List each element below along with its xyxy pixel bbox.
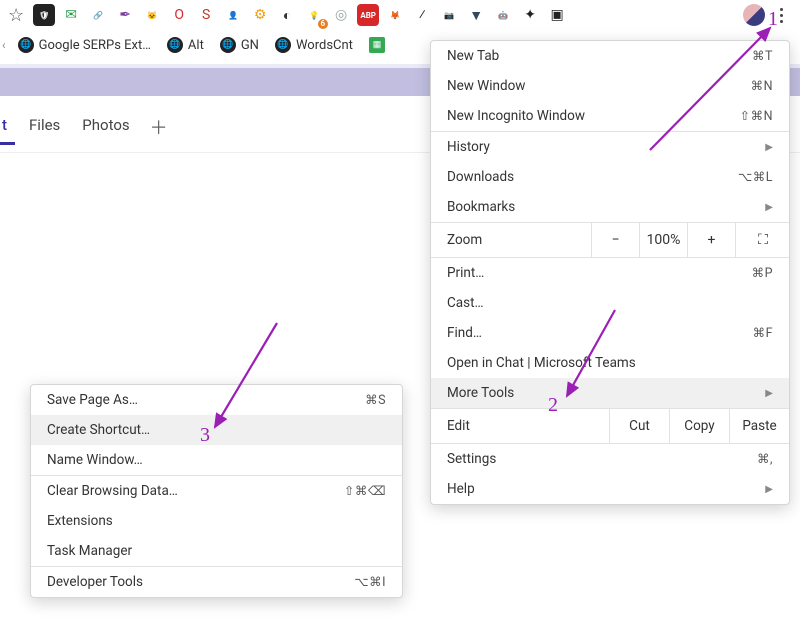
- extension-toolbar: ☆ 🛡✉🔗✒🐱OS👤⚙◐💡6◎ABP🦊⁄📷▼🤖✦▣: [0, 0, 800, 30]
- bookmark-label: WordsCnt: [296, 38, 353, 53]
- more-tools-submenu: Save Page As…⌘S Create Shortcut… Name Wi…: [30, 384, 403, 598]
- mail-icon[interactable]: ✉: [60, 4, 82, 26]
- zoom-in-button[interactable]: +: [687, 223, 735, 257]
- add-tab-button[interactable]: ＋: [150, 114, 168, 140]
- robot-icon[interactable]: 🤖: [492, 4, 514, 26]
- edit-label: Edit: [431, 409, 609, 443]
- annotation-number-3: 3: [200, 424, 210, 447]
- fullscreen-button[interactable]: ⛶: [735, 223, 789, 257]
- menu-settings[interactable]: Settings⌘,: [431, 444, 789, 474]
- bulb-icon[interactable]: 💡6: [303, 4, 325, 26]
- opera-icon[interactable]: O: [168, 4, 190, 26]
- page-tab[interactable]: Files: [27, 110, 62, 144]
- copy-button[interactable]: Copy: [669, 409, 729, 443]
- cut-button[interactable]: Cut: [609, 409, 669, 443]
- submenu-clear-browsing-data[interactable]: Clear Browsing Data…⇧⌘⌫: [31, 476, 402, 506]
- shield-icon[interactable]: 🛡: [33, 4, 55, 26]
- paste-button[interactable]: Paste: [729, 409, 789, 443]
- menu-new-tab[interactable]: New Tab⌘T: [431, 41, 789, 71]
- bookmark-item[interactable]: 🌐 Alt: [167, 37, 204, 53]
- bookmark-label: Alt: [188, 38, 204, 53]
- submenu-create-shortcut[interactable]: Create Shortcut…: [31, 415, 402, 445]
- bookmark-label: GN: [241, 38, 259, 53]
- page-tab[interactable]: Photos: [80, 110, 131, 144]
- submenu-task-manager[interactable]: Task Manager: [31, 536, 402, 566]
- menu-downloads[interactable]: Downloads⌥⌘L: [431, 162, 789, 192]
- globe-icon: 🌐: [220, 37, 236, 53]
- link-icon[interactable]: 🔗: [87, 4, 109, 26]
- menu-more-tools[interactable]: More Tools▶: [431, 378, 789, 408]
- menu-new-incognito[interactable]: New Incognito Window⇧⌘N: [431, 101, 789, 131]
- submenu-name-window[interactable]: Name Window…: [31, 445, 402, 475]
- zoom-out-button[interactable]: −: [591, 223, 639, 257]
- similarweb-icon[interactable]: ◐: [276, 4, 298, 26]
- sheets-icon: ▦: [369, 37, 385, 53]
- privacy-icon[interactable]: ◎: [330, 4, 352, 26]
- globe-icon: 🌐: [275, 37, 291, 53]
- menu-history[interactable]: History▶: [431, 132, 789, 162]
- page-tab[interactable]: t: [0, 110, 9, 144]
- pipette-icon[interactable]: ⁄: [411, 4, 433, 26]
- vue-icon[interactable]: ▼: [465, 4, 487, 26]
- zoom-label: Zoom: [431, 223, 591, 257]
- globe-icon: 🌐: [18, 37, 34, 53]
- submenu-developer-tools[interactable]: Developer Tools⌥⌘I: [31, 567, 402, 597]
- menu-zoom-row: Zoom − 100% + ⛶: [431, 223, 789, 257]
- submenu-save-page[interactable]: Save Page As…⌘S: [31, 385, 402, 415]
- device-icon[interactable]: ▣: [546, 4, 568, 26]
- menu-open-in-chat[interactable]: Open in Chat | Microsoft Teams: [431, 348, 789, 378]
- menu-print[interactable]: Print…⌘P: [431, 258, 789, 288]
- chrome-main-menu: New Tab⌘T New Window⌘N New Incognito Win…: [430, 40, 790, 505]
- bookmark-item[interactable]: ▦: [369, 37, 385, 53]
- bookmark-item[interactable]: 🌐 Google SERPs Ext…: [18, 37, 151, 53]
- menu-edit-row: Edit Cut Copy Paste: [431, 409, 789, 443]
- annotation-number-2: 2: [548, 394, 558, 417]
- star-bookmark-icon[interactable]: ☆: [8, 5, 24, 26]
- menu-help[interactable]: Help▶: [431, 474, 789, 504]
- annotation-number-1: 1: [768, 8, 778, 31]
- bookmark-item[interactable]: 🌐 WordsCnt: [275, 37, 353, 53]
- bookmark-overflow-left-icon[interactable]: ‹: [2, 38, 6, 52]
- metamask-icon[interactable]: 🦊: [384, 4, 406, 26]
- zoom-value: 100%: [639, 223, 687, 257]
- person-icon[interactable]: 👤: [222, 4, 244, 26]
- camera-icon[interactable]: 📷: [438, 4, 460, 26]
- bookmark-item[interactable]: 🌐 GN: [220, 37, 259, 53]
- adblock-icon[interactable]: ABP: [357, 4, 379, 26]
- seo-icon[interactable]: S: [195, 4, 217, 26]
- feather-icon[interactable]: ✒: [114, 4, 136, 26]
- submenu-extensions[interactable]: Extensions: [31, 506, 402, 536]
- menu-cast[interactable]: Cast…: [431, 288, 789, 318]
- menu-new-window[interactable]: New Window⌘N: [431, 71, 789, 101]
- menu-bookmarks[interactable]: Bookmarks▶: [431, 192, 789, 222]
- bookmark-label: Google SERPs Ext…: [39, 38, 151, 53]
- gear-icon[interactable]: ⚙: [249, 4, 271, 26]
- profile-avatar[interactable]: [743, 4, 765, 26]
- puzzle-icon[interactable]: ✦: [519, 4, 541, 26]
- cat-icon[interactable]: 🐱: [141, 4, 163, 26]
- menu-find[interactable]: Find…⌘F: [431, 318, 789, 348]
- globe-icon: 🌐: [167, 37, 183, 53]
